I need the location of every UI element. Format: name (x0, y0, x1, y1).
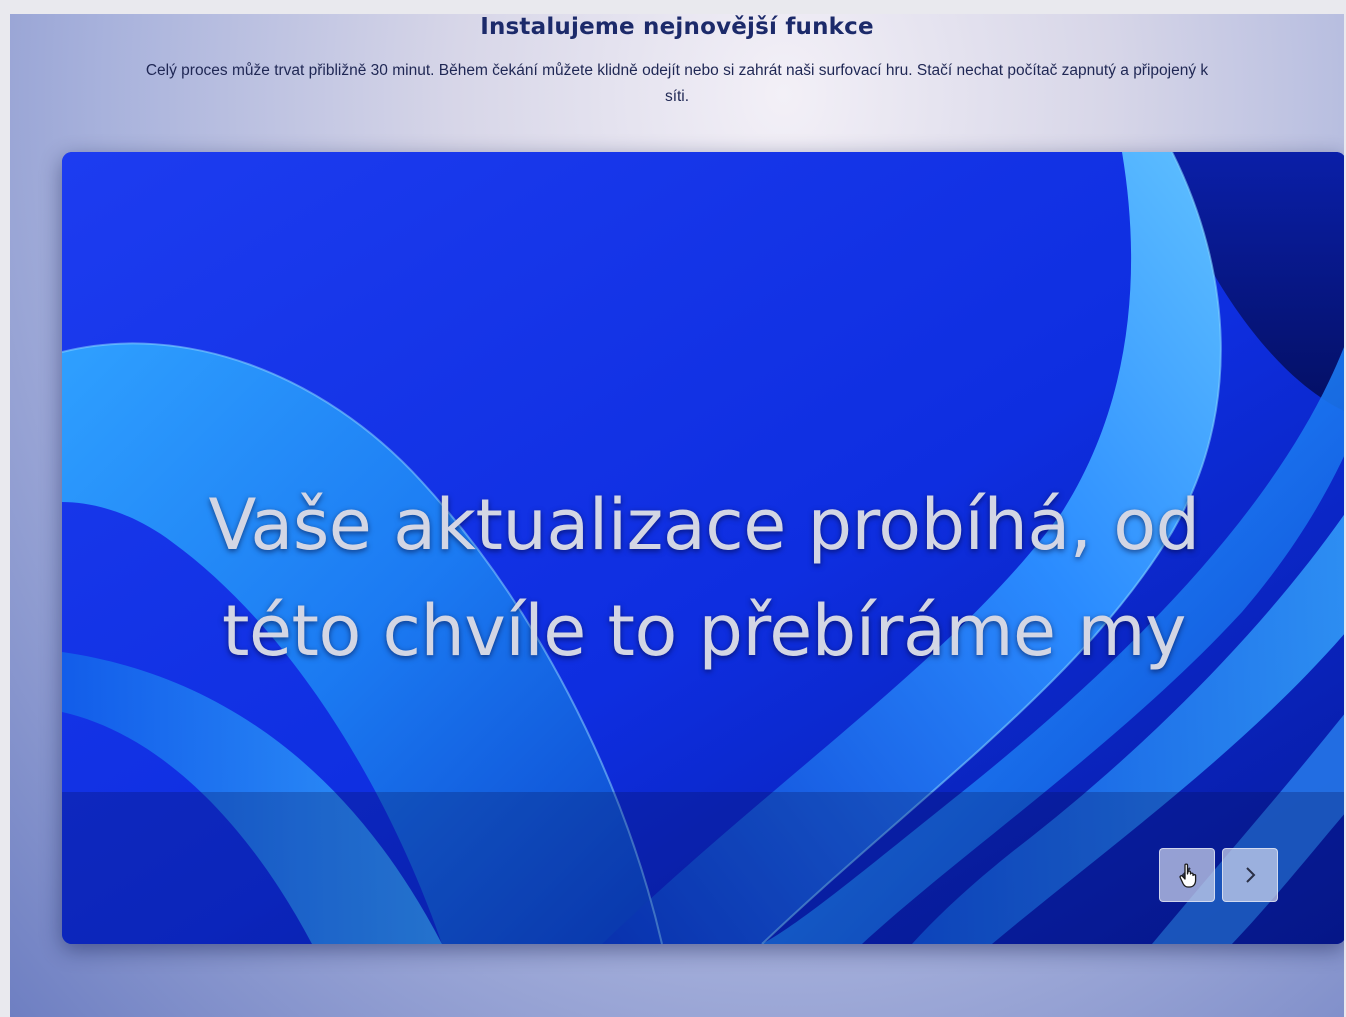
slideshow-card: Vaše aktualizace probíhá, od této chvíle… (62, 152, 1344, 944)
header: Instalujeme nejnovější funkce Celý proce… (10, 14, 1344, 110)
chevron-right-icon (1246, 867, 1256, 883)
previous-slide-button[interactable] (1159, 848, 1215, 902)
page-title: Instalujeme nejnovější funkce (480, 14, 874, 40)
slide-message-line-1: Vaše aktualizace probíhá, od (208, 484, 1200, 566)
slide-message: Vaše aktualizace probíhá, od této chvíle… (122, 472, 1286, 684)
slide-message-line-2: této chvíle to přebíráme my (222, 590, 1186, 672)
next-slide-button[interactable] (1222, 848, 1278, 902)
setup-screen: Instalujeme nejnovější funkce Celý proce… (10, 14, 1344, 1017)
hand-pointer-icon (1179, 863, 1197, 888)
page-subtitle: Celý proces může trvat přibližně 30 minu… (145, 62, 1209, 105)
